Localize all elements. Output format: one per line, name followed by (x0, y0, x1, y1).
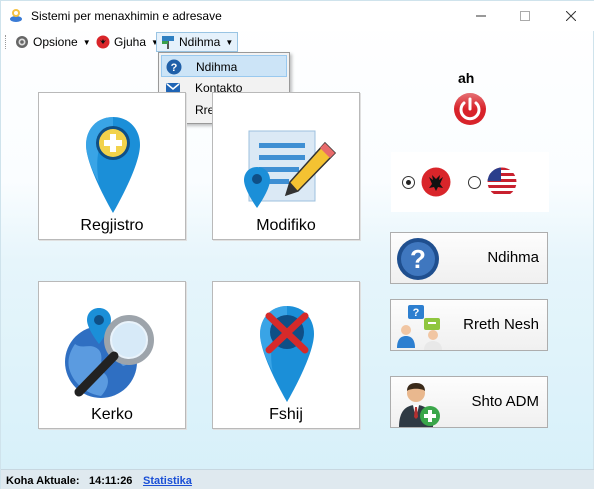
minimize-button[interactable] (459, 1, 503, 31)
kerko-label: Kerko (91, 406, 133, 423)
menu-ndihma[interactable]: Ndihma ▼ (156, 32, 239, 52)
globe-search-icon (65, 308, 154, 398)
usa-flag-icon[interactable] (487, 167, 517, 197)
language-radio-english[interactable] (468, 176, 481, 189)
menu-gjuha-label: Gjuha (114, 35, 147, 49)
menu-opsione[interactable]: Opsione ▼ (11, 32, 95, 52)
title-bar: Sistemi per menaxhimin e adresave (1, 1, 594, 31)
map-pin-edit-icon (244, 130, 337, 208)
language-selector (391, 152, 549, 212)
dropdown-item-label: Ndihma (196, 60, 238, 74)
map-pin-delete-icon (260, 306, 314, 402)
map-pin-add-icon (86, 117, 140, 213)
maximize-icon (520, 11, 530, 21)
ndihma-button[interactable]: ? Ndihma (390, 232, 548, 284)
regjistro-label: Regjistro (80, 217, 144, 234)
window-title: Sistemi per menaxhimin e adresave (31, 9, 222, 23)
svg-text:?: ? (413, 307, 420, 319)
dropdown-item-ndihma[interactable]: ? Ndihma (161, 55, 287, 77)
chat-people-icon: ? (397, 305, 442, 350)
add-admin-icon (399, 383, 440, 427)
language-radio-albanian[interactable] (402, 176, 415, 189)
help-circle-icon: ? (397, 238, 439, 280)
menu-gjuha[interactable]: Gjuha ▼ (92, 32, 163, 52)
power-icon[interactable] (453, 92, 487, 126)
svg-text:?: ? (171, 62, 178, 74)
main-window: Sistemi per menaxhimin e adresave Opsion… (0, 0, 594, 489)
ndihma-label: Ndihma (487, 249, 539, 266)
regjistro-button[interactable]: Regjistro (38, 92, 186, 240)
rreth-nesh-label: Rreth Nesh (463, 316, 539, 333)
menu-bar: Opsione ▼ Gjuha ▼ Ndihma ▼ (1, 31, 594, 53)
menu-ndihma-label: Ndihma (179, 35, 221, 49)
menu-opsione-label: Opsione (33, 35, 78, 49)
signpost-icon (162, 36, 174, 49)
language-flag-icon (96, 35, 110, 49)
maximize-button[interactable] (503, 1, 547, 31)
toolbar-grip[interactable] (5, 35, 8, 49)
modifiko-label: Modifiko (256, 217, 316, 234)
modifiko-button[interactable]: Modifiko (212, 92, 360, 240)
fshij-label: Fshij (269, 406, 303, 423)
rreth-nesh-button[interactable]: ? Rreth Nesh (390, 299, 548, 351)
shto-adm-label: Shto ADM (471, 393, 539, 410)
statistika-link[interactable]: Statistika (143, 475, 192, 487)
fshij-button[interactable]: Fshij (212, 281, 360, 429)
username-label: ah (458, 70, 475, 86)
chevron-down-icon: ▼ (225, 37, 234, 47)
kerko-button[interactable]: Kerko (38, 281, 186, 429)
address-app-icon (10, 9, 22, 22)
help-icon: ? (166, 59, 182, 75)
close-icon (566, 11, 576, 21)
current-time-label: Koha Aktuale: (6, 475, 80, 487)
current-time-value: 14:11:26 (89, 475, 133, 487)
gear-icon (16, 36, 28, 48)
close-button[interactable] (549, 1, 593, 31)
minimize-icon (476, 15, 486, 17)
shto-adm-button[interactable]: Shto ADM (390, 376, 548, 428)
svg-text:?: ? (410, 244, 426, 274)
status-bar: Koha Aktuale: 14:11:26 Statistika (1, 469, 594, 489)
chevron-down-icon: ▼ (82, 37, 91, 47)
albania-flag-icon[interactable] (421, 167, 451, 197)
